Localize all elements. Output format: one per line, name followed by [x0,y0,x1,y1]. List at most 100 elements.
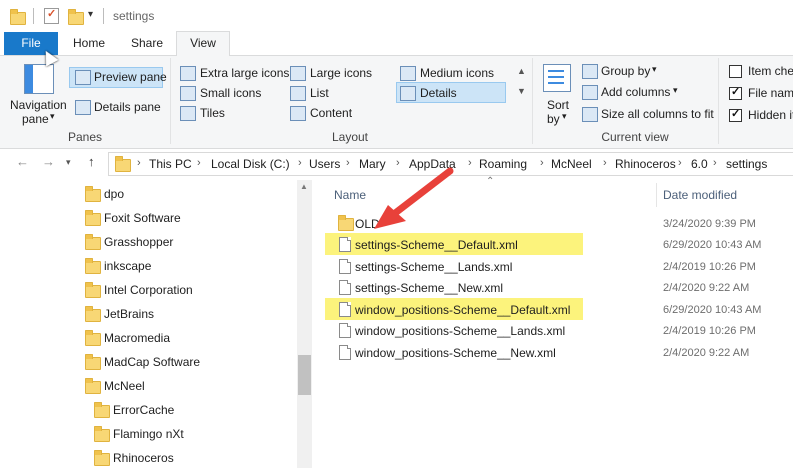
current-view-group-label: Current view [601,130,669,144]
tab-home[interactable]: Home [62,32,116,55]
layout-list[interactable]: List [310,86,329,100]
sort-by-label-2[interactable]: by [547,112,560,126]
title-bar: ✓ ▾ settings [0,0,793,32]
arrow-shaft [386,167,454,221]
chevron-right-icon[interactable]: › [298,157,302,169]
details-pane-button[interactable]: Details pane [94,100,161,114]
nav-item-label[interactable]: Macromedia [104,331,170,345]
nav-item-label[interactable]: Flamingo nXt [113,427,184,441]
scroll-up-icon[interactable]: ▲ [300,182,308,191]
file-name[interactable]: window_positions-Scheme__Default.xml [355,303,570,317]
folder-icon [85,258,101,274]
layout-content[interactable]: Content [310,106,352,120]
crumb-users[interactable]: Users [309,157,340,171]
nav-item-label[interactable]: dpo [104,187,124,201]
file-date: 6/29/2020 10:43 AM [663,239,762,251]
nav-item-label[interactable]: McNeel [104,379,145,393]
window-title: settings [113,9,155,23]
layout-medium-icons[interactable]: Medium icons [420,66,494,80]
xml-file-icon [339,323,351,338]
nav-item-label[interactable]: ErrorCache [113,403,174,417]
tab-share[interactable]: Share [120,32,174,55]
add-columns-button[interactable]: Add columns [601,85,670,99]
chevron-right-icon[interactable]: › [713,157,717,169]
folder-icon [85,378,101,394]
forward-arrow-icon[interactable]: → [42,154,55,169]
file-name-extensions-checkbox[interactable] [729,85,742,100]
file-name[interactable]: settings-Scheme__New.xml [355,281,503,295]
file-date: 6/29/2020 10:43 AM [663,304,762,316]
chevron-right-icon[interactable]: › [197,157,201,169]
chevron-down-icon[interactable]: ▾ [673,85,678,96]
group-by-icon [582,64,598,79]
navigation-pane-icon[interactable] [24,64,54,94]
nav-scrollbar[interactable]: ▲ [297,180,312,468]
back-arrow-icon[interactable]: ← [16,154,29,169]
tab-view[interactable]: View [176,31,230,56]
nav-item-label[interactable]: Intel Corporation [104,283,193,297]
crumb-this-pc[interactable]: This PC [149,157,192,171]
layout-tiles[interactable]: Tiles [200,106,225,120]
layout-large-icons[interactable]: Large icons [310,66,372,80]
folder-icon [85,282,101,298]
title-separator [103,8,104,24]
sort-by-label[interactable]: Sort [547,98,569,112]
scroll-up-icon[interactable]: ▲ [517,66,526,76]
scroll-down-icon[interactable]: ▼ [517,86,526,96]
crumb-version[interactable]: 6.0 [691,157,708,171]
properties-icon[interactable]: ✓ [44,8,59,24]
file-name[interactable]: window_positions-Scheme__New.xml [355,346,556,360]
nav-item-label[interactable]: Grasshopper [104,235,173,249]
chevron-down-icon[interactable]: ▾ [562,111,567,122]
crumb-mcneel[interactable]: McNeel [551,157,592,171]
crumb-settings[interactable]: settings [726,157,767,171]
column-header-name[interactable]: Name [334,188,366,202]
chevron-down-icon[interactable]: ▾ [652,64,657,75]
layout-details[interactable]: Details [420,86,457,100]
crumb-local-disk[interactable]: Local Disk (C:) [211,157,290,171]
scrollbar-thumb[interactable] [298,355,311,395]
details-pane-icon [75,100,91,115]
nav-item-label[interactable]: inkscape [104,259,151,273]
preview-pane-label: Preview pane [94,70,167,84]
sort-ascending-icon: ⌃ [486,176,495,187]
layout-extra-large-icons[interactable]: Extra large icons [200,66,289,80]
up-arrow-icon[interactable]: ↑ [88,154,95,169]
size-all-columns-button[interactable]: Size all columns to fit [601,107,714,121]
folder-icon [10,9,26,25]
chevron-right-icon[interactable]: › [678,157,682,169]
recent-locations-icon[interactable]: ▾ [66,157,71,168]
chevron-right-icon[interactable]: › [603,157,607,169]
chevron-right-icon[interactable]: › [468,157,472,169]
nav-item-label[interactable]: MadCap Software [104,355,200,369]
navigation-pane-label-2[interactable]: pane [22,112,49,126]
details-icon [400,86,416,101]
nav-item-label[interactable]: Rhinoceros [113,451,174,465]
chevron-right-icon[interactable]: › [540,157,544,169]
layout-small-icons[interactable]: Small icons [200,86,261,100]
chevron-right-icon[interactable]: › [137,157,141,169]
folder-icon [94,402,110,418]
chevron-down-icon[interactable]: ▾ [50,111,55,122]
column-divider[interactable] [656,183,657,207]
xml-file-icon [339,345,351,360]
chevron-right-icon[interactable]: › [346,157,350,169]
group-by-button[interactable]: Group by [601,64,650,78]
file-name[interactable]: settings-Scheme__Default.xml [355,238,518,252]
item-check-boxes-checkbox[interactable] [729,65,742,78]
new-folder-icon[interactable] [68,9,84,25]
nav-item-label[interactable]: Foxit Software [104,211,181,225]
crumb-rhinoceros[interactable]: Rhinoceros [615,157,676,171]
file-name[interactable]: settings-Scheme__Lands.xml [355,260,512,274]
folder-icon [85,306,101,322]
file-name[interactable]: window_positions-Scheme__Lands.xml [355,324,565,338]
ribbon-tabs: File Home Share View [0,31,793,56]
column-header-date-modified[interactable]: Date modified [663,188,737,202]
nav-item-label[interactable]: JetBrains [104,307,154,321]
quick-access-dropdown-icon[interactable]: ▾ [88,9,93,20]
sort-by-icon[interactable] [543,64,571,92]
navigation-pane-label[interactable]: Navigation [10,98,67,112]
hidden-items-checkbox[interactable] [729,107,742,122]
crumb-roaming[interactable]: Roaming [479,157,527,171]
navigation-pane: dpo Foxit Software Grasshopper inkscape … [0,180,312,468]
